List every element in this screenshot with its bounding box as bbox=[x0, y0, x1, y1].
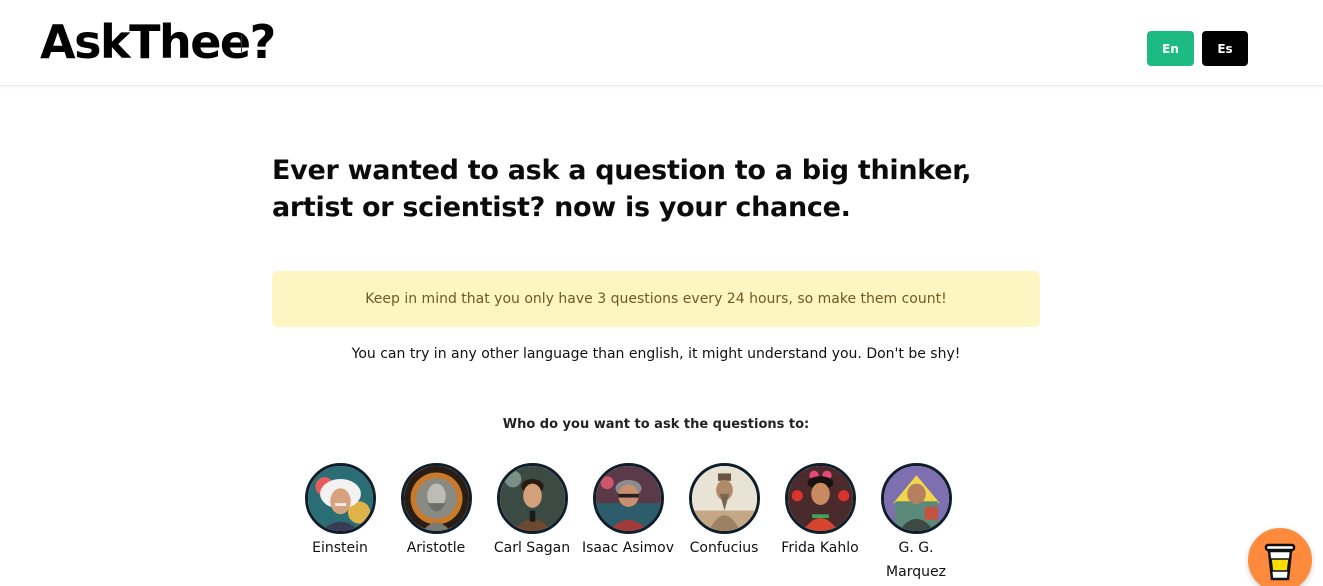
confucius-avatar[interactable] bbox=[688, 463, 760, 534]
language-hint: You can try in any other language than e… bbox=[351, 346, 961, 362]
einstein-avatar[interactable] bbox=[304, 463, 376, 534]
buy-me-a-coffee-button[interactable] bbox=[1248, 528, 1312, 586]
notice-text: Keep in mind that you only have 3 questi… bbox=[365, 291, 947, 307]
einstein-name: Einstein bbox=[312, 540, 368, 556]
isaac-asimov-avatar[interactable] bbox=[592, 463, 664, 534]
confucius-portrait-icon bbox=[691, 466, 757, 531]
language-en-button[interactable]: En bbox=[1147, 31, 1194, 66]
person-option-confucius[interactable]: Confucius bbox=[676, 463, 772, 560]
frida-kahlo-avatar[interactable] bbox=[784, 463, 856, 534]
text-cursor bbox=[241, 34, 242, 52]
frida-kahlo-portrait-icon bbox=[787, 466, 853, 531]
language-es-button[interactable]: Es bbox=[1202, 31, 1248, 66]
aristotle-avatar[interactable] bbox=[400, 463, 472, 534]
confucius-name: Confucius bbox=[689, 540, 759, 556]
app-logo[interactable]: AskThee? bbox=[40, 14, 276, 70]
person-option-frida-kahlo[interactable]: Frida Kahlo bbox=[772, 463, 868, 560]
gg-marquez-avatar[interactable] bbox=[880, 463, 952, 534]
person-option-aristotle[interactable]: Aristotle bbox=[388, 463, 484, 560]
carl-sagan-name: Carl Sagan bbox=[493, 540, 571, 556]
coffee-cup-icon bbox=[1264, 543, 1296, 581]
carl-sagan-portrait-icon bbox=[499, 466, 565, 531]
aristotle-name: Aristotle bbox=[406, 540, 466, 556]
aristotle-portrait-icon bbox=[403, 466, 469, 531]
gg-marquez-name: G. G. Marquez bbox=[886, 540, 946, 580]
isaac-asimov-portrait-icon bbox=[595, 466, 661, 531]
carl-sagan-avatar[interactable] bbox=[496, 463, 568, 534]
frida-kahlo-name: Frida Kahlo bbox=[781, 540, 859, 556]
choose-person-prompt: Who do you want to ask the questions to: bbox=[502, 417, 810, 432]
isaac-asimov-name: Isaac Asimov bbox=[582, 540, 674, 556]
page-headline: Ever wanted to ask a question to a big t… bbox=[272, 155, 972, 223]
person-option-gg-marquez[interactable]: G. G. Marquez bbox=[868, 463, 964, 584]
person-option-isaac-asimov[interactable]: Isaac Asimov bbox=[580, 463, 676, 560]
person-option-carl-sagan[interactable]: Carl Sagan bbox=[484, 463, 580, 560]
einstein-portrait-icon bbox=[307, 466, 373, 531]
question-limit-notice: Keep in mind that you only have 3 questi… bbox=[272, 271, 1040, 327]
gg-marquez-portrait-icon bbox=[883, 466, 949, 531]
person-option-einstein[interactable]: Einstein bbox=[292, 463, 388, 560]
top-header: AskThee? En Es bbox=[0, 0, 1323, 86]
